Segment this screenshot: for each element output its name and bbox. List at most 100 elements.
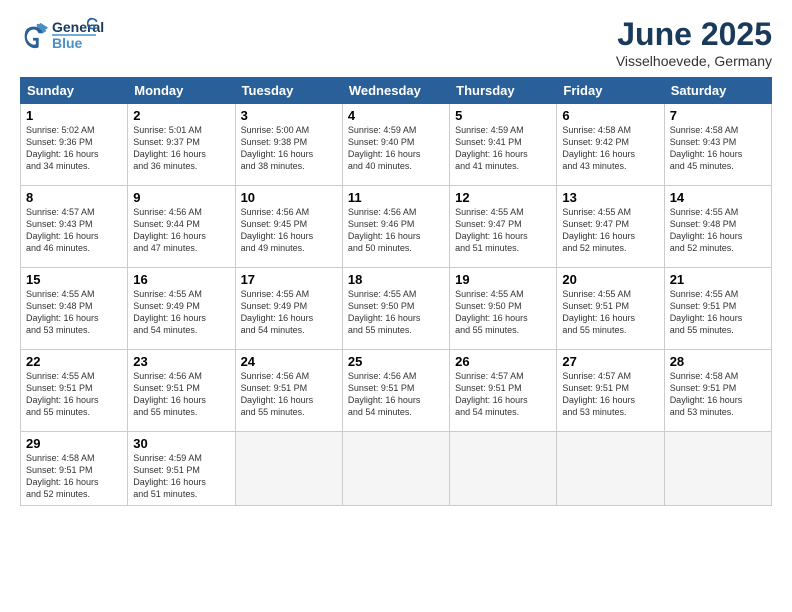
table-row: 28Sunrise: 4:58 AM Sunset: 9:51 PM Dayli… [664, 350, 771, 432]
table-row: 7Sunrise: 4:58 AM Sunset: 9:43 PM Daylig… [664, 104, 771, 186]
day-info: Sunrise: 4:59 AM Sunset: 9:51 PM Dayligh… [133, 452, 229, 501]
table-row: 9Sunrise: 4:56 AM Sunset: 9:44 PM Daylig… [128, 186, 235, 268]
day-info: Sunrise: 4:55 AM Sunset: 9:51 PM Dayligh… [670, 288, 766, 337]
day-info: Sunrise: 4:57 AM Sunset: 9:43 PM Dayligh… [26, 206, 122, 255]
table-row: 4Sunrise: 4:59 AM Sunset: 9:40 PM Daylig… [342, 104, 449, 186]
header: General Blue June 2025 Visselhoevede, Ge… [20, 16, 772, 69]
table-row [235, 432, 342, 506]
day-info: Sunrise: 4:55 AM Sunset: 9:49 PM Dayligh… [133, 288, 229, 337]
day-number: 23 [133, 354, 229, 369]
day-info: Sunrise: 4:58 AM Sunset: 9:42 PM Dayligh… [562, 124, 658, 173]
day-number: 17 [241, 272, 337, 287]
month-title: June 2025 [616, 16, 772, 53]
table-row [664, 432, 771, 506]
table-row: 6Sunrise: 4:58 AM Sunset: 9:42 PM Daylig… [557, 104, 664, 186]
day-number: 6 [562, 108, 658, 123]
day-info: Sunrise: 4:56 AM Sunset: 9:44 PM Dayligh… [133, 206, 229, 255]
day-number: 11 [348, 190, 444, 205]
table-row [450, 432, 557, 506]
day-info: Sunrise: 4:56 AM Sunset: 9:51 PM Dayligh… [133, 370, 229, 419]
day-number: 10 [241, 190, 337, 205]
day-info: Sunrise: 4:59 AM Sunset: 9:41 PM Dayligh… [455, 124, 551, 173]
day-info: Sunrise: 4:55 AM Sunset: 9:48 PM Dayligh… [670, 206, 766, 255]
table-row: 24Sunrise: 4:56 AM Sunset: 9:51 PM Dayli… [235, 350, 342, 432]
table-row: 8Sunrise: 4:57 AM Sunset: 9:43 PM Daylig… [21, 186, 128, 268]
header-friday: Friday [557, 78, 664, 104]
table-row: 21Sunrise: 4:55 AM Sunset: 9:51 PM Dayli… [664, 268, 771, 350]
table-row: 3Sunrise: 5:00 AM Sunset: 9:38 PM Daylig… [235, 104, 342, 186]
day-number: 22 [26, 354, 122, 369]
page: General Blue June 2025 Visselhoevede, Ge… [0, 0, 792, 612]
table-row: 20Sunrise: 4:55 AM Sunset: 9:51 PM Dayli… [557, 268, 664, 350]
day-number: 30 [133, 436, 229, 451]
day-info: Sunrise: 4:55 AM Sunset: 9:48 PM Dayligh… [26, 288, 122, 337]
day-number: 5 [455, 108, 551, 123]
day-number: 2 [133, 108, 229, 123]
day-info: Sunrise: 4:55 AM Sunset: 9:50 PM Dayligh… [455, 288, 551, 337]
day-number: 24 [241, 354, 337, 369]
day-number: 9 [133, 190, 229, 205]
table-row: 30Sunrise: 4:59 AM Sunset: 9:51 PM Dayli… [128, 432, 235, 506]
day-number: 14 [670, 190, 766, 205]
day-info: Sunrise: 4:56 AM Sunset: 9:45 PM Dayligh… [241, 206, 337, 255]
header-thursday: Thursday [450, 78, 557, 104]
day-info: Sunrise: 4:56 AM Sunset: 9:51 PM Dayligh… [348, 370, 444, 419]
day-info: Sunrise: 4:57 AM Sunset: 9:51 PM Dayligh… [562, 370, 658, 419]
day-number: 1 [26, 108, 122, 123]
table-row: 27Sunrise: 4:57 AM Sunset: 9:51 PM Dayli… [557, 350, 664, 432]
day-info: Sunrise: 4:55 AM Sunset: 9:50 PM Dayligh… [348, 288, 444, 337]
header-wednesday: Wednesday [342, 78, 449, 104]
day-number: 12 [455, 190, 551, 205]
day-number: 19 [455, 272, 551, 287]
table-row: 16Sunrise: 4:55 AM Sunset: 9:49 PM Dayli… [128, 268, 235, 350]
day-number: 25 [348, 354, 444, 369]
table-row: 17Sunrise: 4:55 AM Sunset: 9:49 PM Dayli… [235, 268, 342, 350]
day-info: Sunrise: 4:58 AM Sunset: 9:51 PM Dayligh… [26, 452, 122, 501]
table-row: 13Sunrise: 4:55 AM Sunset: 9:47 PM Dayli… [557, 186, 664, 268]
table-row: 14Sunrise: 4:55 AM Sunset: 9:48 PM Dayli… [664, 186, 771, 268]
table-row: 12Sunrise: 4:55 AM Sunset: 9:47 PM Dayli… [450, 186, 557, 268]
day-number: 15 [26, 272, 122, 287]
logo-text: General Blue [50, 16, 130, 57]
table-row: 11Sunrise: 4:56 AM Sunset: 9:46 PM Dayli… [342, 186, 449, 268]
logo-icon [20, 22, 48, 50]
table-row: 26Sunrise: 4:57 AM Sunset: 9:51 PM Dayli… [450, 350, 557, 432]
table-row: 29Sunrise: 4:58 AM Sunset: 9:51 PM Dayli… [21, 432, 128, 506]
day-info: Sunrise: 4:57 AM Sunset: 9:51 PM Dayligh… [455, 370, 551, 419]
day-info: Sunrise: 4:55 AM Sunset: 9:49 PM Dayligh… [241, 288, 337, 337]
calendar: Sunday Monday Tuesday Wednesday Thursday… [20, 77, 772, 506]
logo: General Blue [20, 16, 130, 57]
svg-text:Blue: Blue [52, 35, 83, 51]
weekday-header-row: Sunday Monday Tuesday Wednesday Thursday… [21, 78, 772, 104]
day-info: Sunrise: 4:55 AM Sunset: 9:51 PM Dayligh… [562, 288, 658, 337]
day-number: 26 [455, 354, 551, 369]
day-number: 28 [670, 354, 766, 369]
day-number: 29 [26, 436, 122, 451]
table-row: 19Sunrise: 4:55 AM Sunset: 9:50 PM Dayli… [450, 268, 557, 350]
table-row [342, 432, 449, 506]
table-row: 10Sunrise: 4:56 AM Sunset: 9:45 PM Dayli… [235, 186, 342, 268]
day-number: 4 [348, 108, 444, 123]
day-number: 16 [133, 272, 229, 287]
day-info: Sunrise: 4:56 AM Sunset: 9:46 PM Dayligh… [348, 206, 444, 255]
title-block: June 2025 Visselhoevede, Germany [616, 16, 772, 69]
table-row [557, 432, 664, 506]
day-info: Sunrise: 4:55 AM Sunset: 9:51 PM Dayligh… [26, 370, 122, 419]
table-row: 1Sunrise: 5:02 AM Sunset: 9:36 PM Daylig… [21, 104, 128, 186]
day-number: 7 [670, 108, 766, 123]
day-info: Sunrise: 5:01 AM Sunset: 9:37 PM Dayligh… [133, 124, 229, 173]
day-info: Sunrise: 5:02 AM Sunset: 9:36 PM Dayligh… [26, 124, 122, 173]
day-info: Sunrise: 4:58 AM Sunset: 9:51 PM Dayligh… [670, 370, 766, 419]
day-number: 13 [562, 190, 658, 205]
day-number: 18 [348, 272, 444, 287]
day-info: Sunrise: 4:56 AM Sunset: 9:51 PM Dayligh… [241, 370, 337, 419]
day-info: Sunrise: 4:59 AM Sunset: 9:40 PM Dayligh… [348, 124, 444, 173]
day-info: Sunrise: 4:55 AM Sunset: 9:47 PM Dayligh… [562, 206, 658, 255]
location: Visselhoevede, Germany [616, 53, 772, 69]
table-row: 22Sunrise: 4:55 AM Sunset: 9:51 PM Dayli… [21, 350, 128, 432]
header-saturday: Saturday [664, 78, 771, 104]
table-row: 23Sunrise: 4:56 AM Sunset: 9:51 PM Dayli… [128, 350, 235, 432]
day-info: Sunrise: 5:00 AM Sunset: 9:38 PM Dayligh… [241, 124, 337, 173]
table-row: 5Sunrise: 4:59 AM Sunset: 9:41 PM Daylig… [450, 104, 557, 186]
table-row: 15Sunrise: 4:55 AM Sunset: 9:48 PM Dayli… [21, 268, 128, 350]
